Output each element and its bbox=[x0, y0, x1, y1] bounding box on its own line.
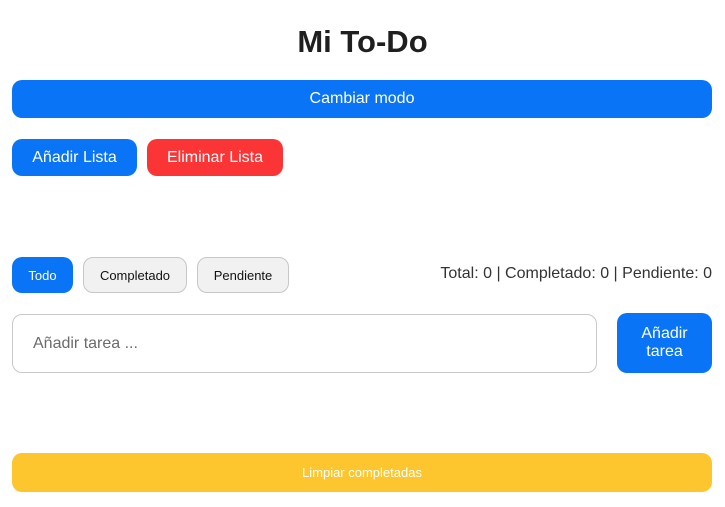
toggle-mode-button[interactable]: Cambiar modo bbox=[12, 80, 712, 118]
add-task-button[interactable]: Añadir tarea bbox=[617, 313, 712, 373]
filter-pending-button[interactable]: Pendiente bbox=[197, 257, 289, 293]
clear-completed-button[interactable]: Limpiar completadas bbox=[12, 453, 712, 492]
filter-all-button[interactable]: Todo bbox=[12, 257, 73, 293]
delete-list-button[interactable]: Eliminar Lista bbox=[147, 139, 283, 176]
task-stats: Total: 0 | Completado: 0 | Pendiente: 0 bbox=[440, 265, 712, 282]
page-title: Mi To-Do bbox=[297, 24, 428, 59]
filter-completed-button[interactable]: Completado bbox=[83, 257, 187, 293]
add-list-button[interactable]: Añadir Lista bbox=[12, 139, 137, 176]
task-input[interactable] bbox=[12, 314, 597, 373]
